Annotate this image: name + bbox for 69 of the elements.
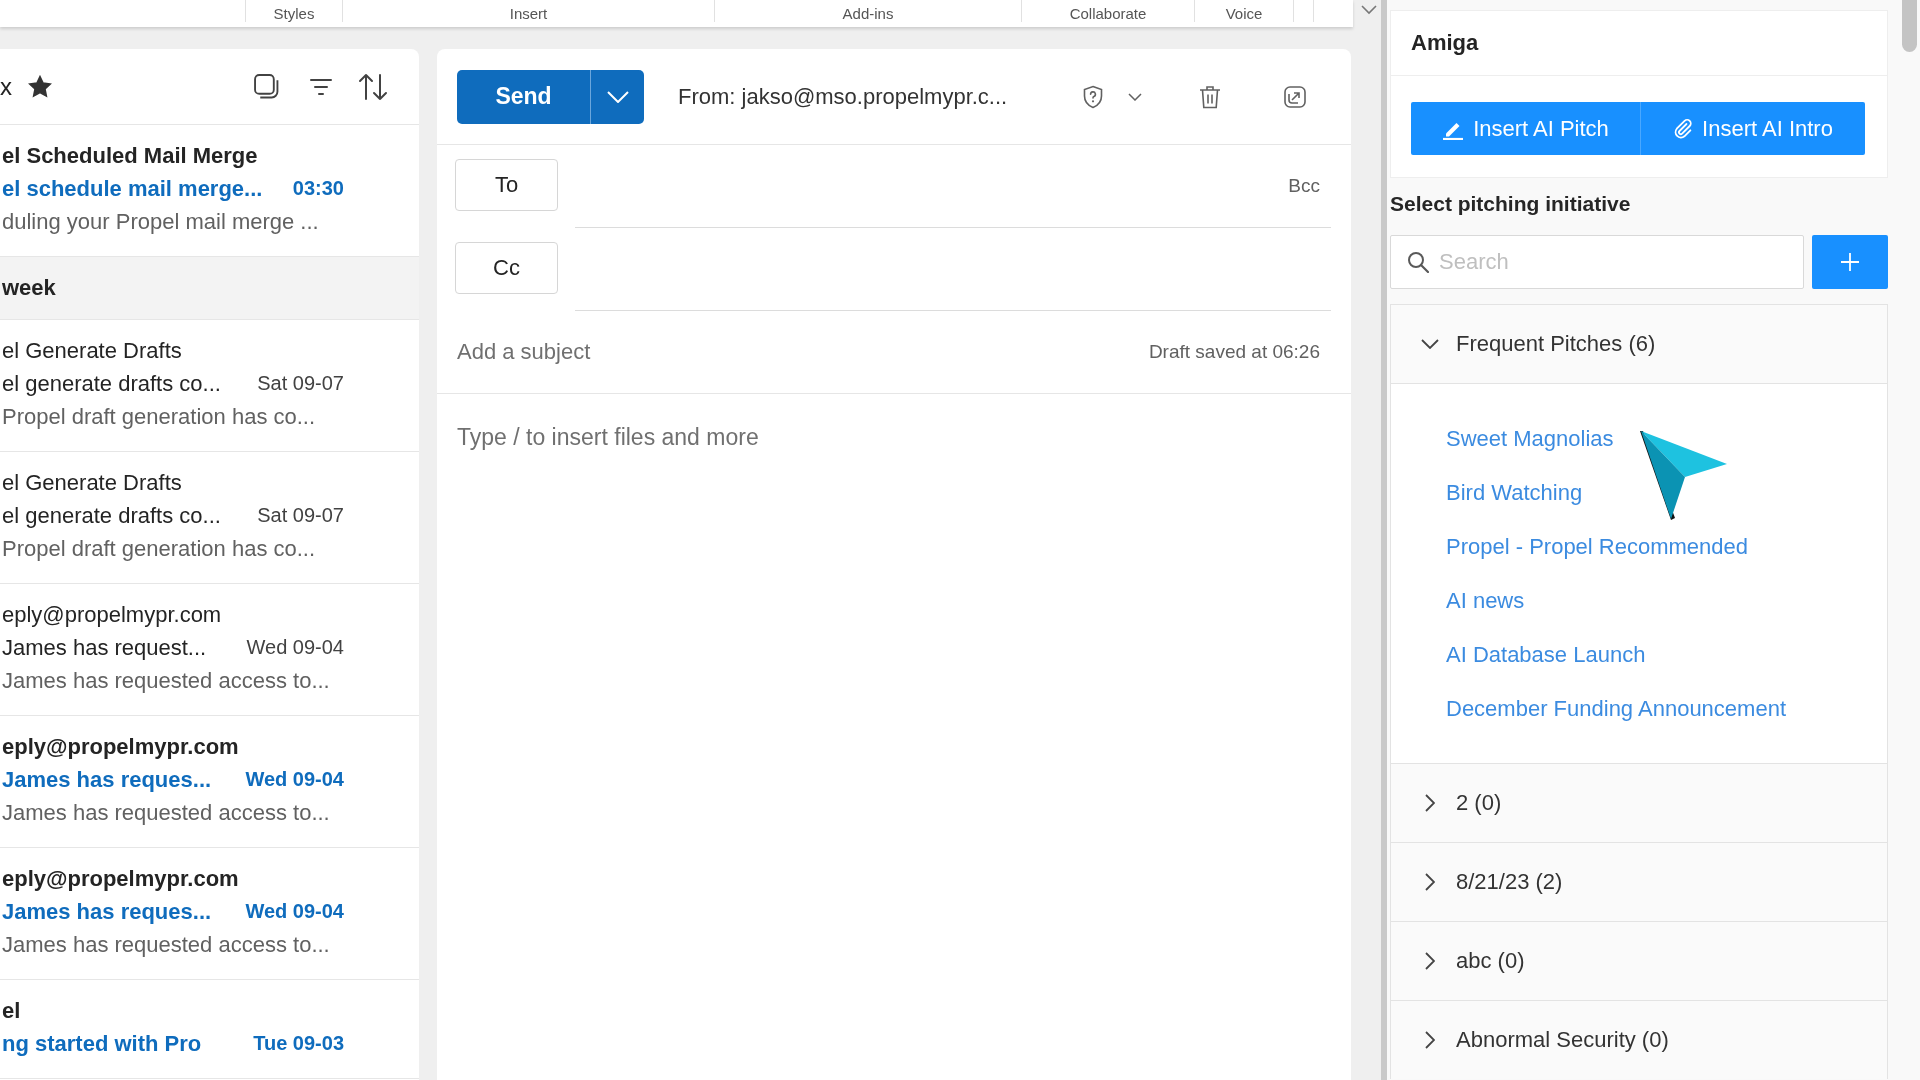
message-time: Wed 09-04: [245, 899, 344, 924]
folder-title: x: [0, 72, 12, 101]
stacked-squares-icon[interactable]: [254, 74, 279, 99]
bcc-link[interactable]: Bcc: [1288, 175, 1320, 197]
recipient-field[interactable]: Bcc: [575, 145, 1331, 228]
sender-name: el Scheduled Mail Merge: [2, 142, 259, 170]
message-time: Tue 09-03: [253, 1031, 344, 1056]
draft-status: Draft saved at 06:26: [1148, 341, 1320, 363]
sort-icon[interactable]: [358, 72, 388, 101]
trash-icon[interactable]: [1199, 84, 1221, 109]
sender-name: eply@propelmypr.com: [2, 865, 240, 893]
message-time: Wed 09-04: [246, 635, 344, 660]
paperclip-icon: [1673, 117, 1694, 140]
recipient-button[interactable]: To: [455, 159, 558, 211]
message-time: Wed 09-04: [245, 767, 344, 792]
filter-icon[interactable]: [309, 77, 333, 96]
message-subject: James has request...: [2, 634, 207, 662]
message-subject: el generate drafts co...: [2, 502, 221, 530]
pitch-link[interactable]: AI news: [1446, 574, 1525, 628]
message-body-field[interactable]: Type / to insert files and more: [437, 394, 1351, 1080]
sender-name: eply@propelmypr.com: [2, 601, 223, 629]
message-preview: James has requested access to...: [2, 931, 331, 959]
sender-name: el: [2, 997, 22, 1025]
message-preview: Propel draft generation has co...: [2, 535, 317, 563]
ribbon-group-label: Styles: [273, 5, 315, 22]
from-address[interactable]: From: jakso@mso.propelmypr.c...: [678, 83, 1008, 110]
message-subject: ng started with Pro: [2, 1030, 202, 1058]
message-preview: duling your Propel mail merge ...: [2, 208, 320, 236]
message-subject: el generate drafts co...: [2, 370, 221, 398]
ribbon-group-label: Add-ins: [842, 5, 894, 22]
addin-title: Amiga: [1411, 30, 1479, 56]
message-time: Sat 09-07: [257, 503, 344, 528]
pitch-link[interactable]: December Funding Announcement: [1446, 682, 1786, 736]
subject-field[interactable]: Add a subject: [437, 327, 1149, 377]
section-title: Select pitching initiative: [1390, 191, 1632, 217]
pop-out-icon[interactable]: [1284, 85, 1306, 108]
scrollbar-thumb[interactable]: [1902, 0, 1917, 52]
message-subject: James has reques...: [2, 766, 212, 794]
pitch-link[interactable]: Propel - Propel Recommended: [1446, 520, 1749, 574]
send-button[interactable]: Send: [457, 69, 590, 124]
pitch-link[interactable]: AI Database Launch: [1446, 628, 1646, 682]
message-preview: James has requested access to...: [2, 667, 331, 695]
message-preview: James has requested access to...: [2, 799, 331, 827]
search-field[interactable]: Search: [1390, 235, 1804, 289]
ribbon-group-label: Collaborate: [1069, 5, 1147, 22]
chevron-down-icon[interactable]: [1361, 5, 1377, 15]
star-icon[interactable]: [28, 74, 52, 99]
pitch-link[interactable]: Sweet Magnolias: [1446, 412, 1614, 466]
message-subject: James has reques...: [2, 898, 212, 926]
ribbon-group-label: Voice: [1225, 5, 1263, 22]
sender-name: el Generate Drafts: [2, 469, 183, 497]
shield-question-icon[interactable]: [1082, 84, 1104, 109]
recipient-button[interactable]: Cc: [455, 242, 558, 294]
ribbon-group-label: Insert: [509, 5, 548, 22]
message-time: 03:30: [292, 176, 344, 201]
message-time: Sat 09-07: [257, 371, 344, 396]
pitch-link[interactable]: Bird Watching: [1446, 466, 1583, 520]
mouse-pointer-icon: [1637, 430, 1729, 522]
message-subject: el schedule mail merge...: [2, 175, 263, 203]
message-preview: Propel draft generation has co...: [2, 403, 317, 431]
search-input[interactable]: Search: [1439, 249, 1803, 275]
sender-name: el Generate Drafts: [2, 337, 183, 365]
chevron-down-icon[interactable]: [1128, 92, 1142, 101]
search-icon: [1407, 251, 1429, 273]
sender-name: eply@propelmypr.com: [2, 733, 240, 761]
chevron-down-icon: [606, 90, 629, 103]
plus-icon: [1840, 252, 1860, 272]
send-options-button[interactable]: [590, 69, 644, 124]
date-group-header: week: [0, 257, 419, 320]
